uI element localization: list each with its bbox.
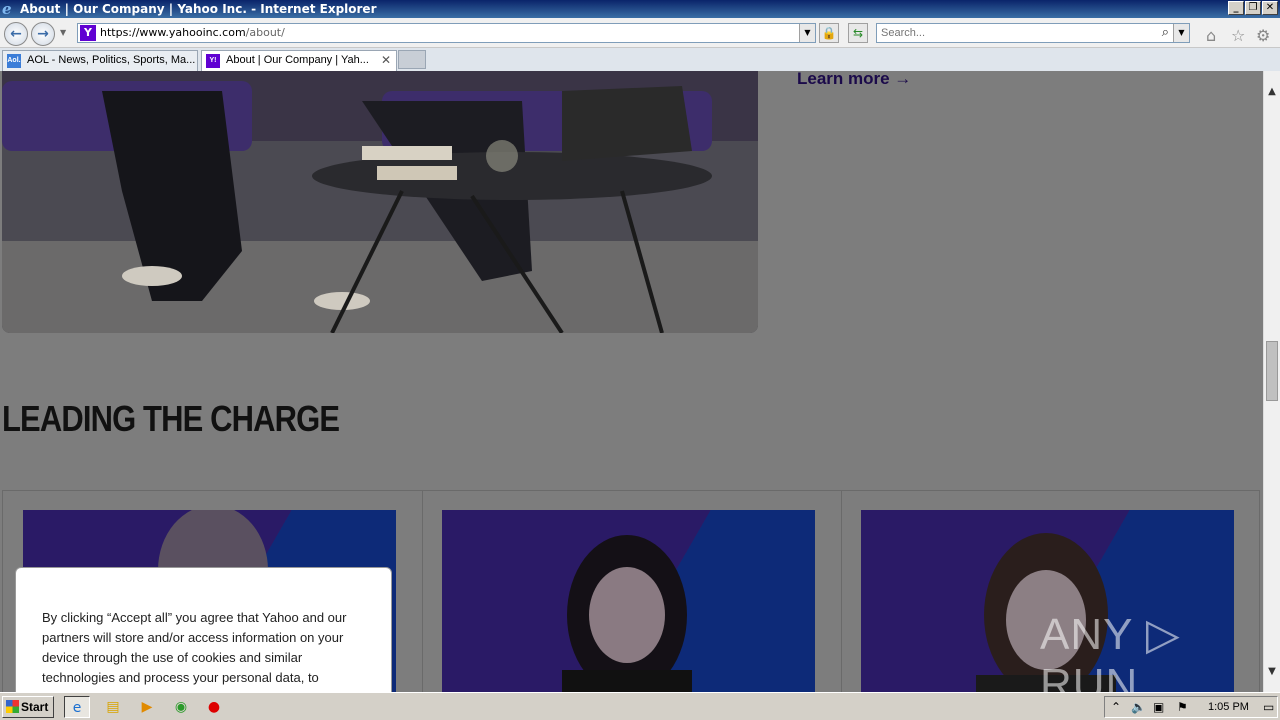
scroll-up-icon[interactable]: ▲ [1264, 83, 1280, 100]
minimize-button[interactable]: _ [1228, 1, 1244, 15]
home-icon[interactable]: ⌂ [1206, 26, 1216, 45]
new-tab-button[interactable] [398, 50, 426, 69]
tab-yahoo-about[interactable]: Y! About | Our Company | Yah... ✕ [201, 50, 397, 71]
back-button[interactable]: ← [4, 22, 28, 46]
navigation-bar: ← → ▼ Y https://www.yahooinc.com/about/ … [0, 18, 1280, 48]
taskbar-clock[interactable]: 1:05 PM [1208, 701, 1249, 713]
address-url[interactable]: https://www.yahooinc.com/about/ [100, 26, 285, 39]
address-bar[interactable]: Y https://www.yahooinc.com/about/ ▼ [77, 23, 816, 43]
tab-label: AOL - News, Politics, Sports, Ma... [27, 54, 196, 66]
page-viewport: Learn more → LEADING THE CHARGE By click… [0, 71, 1263, 692]
lock-icon[interactable]: 🔒 [819, 23, 839, 43]
section-heading: LEADING THE CHARGE [2, 398, 340, 439]
search-box[interactable]: ⌕ ▼ [876, 23, 1190, 43]
hero-photo [2, 71, 758, 333]
ie-logo-icon: e [2, 0, 12, 18]
aol-favicon-icon: Aol. [7, 54, 21, 68]
start-button[interactable]: Start [2, 696, 54, 718]
vertical-scrollbar[interactable]: ▲ ▼ [1263, 71, 1280, 692]
tab-label: About | Our Company | Yah... [226, 54, 369, 66]
card-divider [422, 491, 423, 692]
card-divider [841, 491, 842, 692]
action-center-flag-icon[interactable]: ⚑ [1177, 700, 1188, 714]
history-dropdown-icon[interactable]: ▼ [60, 28, 66, 37]
system-tray: ⌃ 🔈 ▣ ⚑ ▭ [1104, 696, 1278, 718]
close-window-button[interactable]: ✕ [1262, 1, 1278, 15]
scroll-down-icon[interactable]: ▼ [1264, 663, 1280, 680]
cookie-consent-dialog: By clicking “Accept all” you agree that … [15, 567, 392, 692]
window-title: About | Our Company | Yahoo Inc. - Inter… [20, 2, 377, 16]
tray-expand-icon[interactable]: ⌃ [1111, 700, 1121, 714]
network-icon[interactable]: ▣ [1153, 700, 1164, 714]
tab-bar: Aol. AOL - News, Politics, Sports, Ma...… [0, 48, 1280, 71]
taskbar-opera-icon[interactable]: ● [201, 696, 227, 718]
windows-taskbar: Start e ▤ ▶ ◉ ● ⌃ 🔈 ▣ ⚑ ▭ 1:05 PM [0, 692, 1280, 720]
taskbar-media-player-icon[interactable]: ▶ [134, 696, 160, 718]
address-dropdown-icon[interactable]: ▼ [799, 24, 815, 42]
search-input[interactable] [881, 26, 1151, 40]
taskbar-ie-icon[interactable]: e [64, 696, 90, 718]
favorites-star-icon[interactable]: ☆ [1231, 26, 1245, 45]
restore-button[interactable]: ❐ [1245, 1, 1261, 15]
search-icon[interactable]: ⌕ [1162, 25, 1169, 40]
anyrun-watermark: ANY ▷ RUN [1040, 610, 1181, 692]
refresh-icon[interactable]: ⇆ [848, 23, 868, 43]
yahoo-favicon-icon: Y! [206, 54, 220, 68]
taskbar-explorer-icon[interactable]: ▤ [100, 696, 126, 718]
close-tab-icon[interactable]: ✕ [381, 51, 391, 70]
cookie-consent-text: By clicking “Accept all” you agree that … [42, 610, 347, 685]
search-dropdown-icon[interactable]: ▼ [1173, 24, 1189, 42]
leader-portrait-2[interactable] [442, 510, 815, 692]
settings-gear-icon[interactable]: ⚙ [1256, 26, 1270, 45]
title-bar: e About | Our Company | Yahoo Inc. - Int… [0, 0, 1280, 18]
taskbar-chrome-icon[interactable]: ◉ [168, 696, 194, 718]
show-desktop-icon[interactable]: ▭ [1263, 700, 1274, 714]
site-favicon-icon: Y [80, 25, 96, 41]
volume-icon[interactable]: 🔈 [1131, 700, 1146, 714]
forward-button[interactable]: → [31, 22, 55, 46]
windows-logo-icon [6, 700, 19, 713]
learn-more-link[interactable]: Learn more → [797, 71, 911, 89]
tab-aol[interactable]: Aol. AOL - News, Politics, Sports, Ma... [2, 50, 198, 71]
scrollbar-thumb[interactable] [1266, 341, 1278, 401]
